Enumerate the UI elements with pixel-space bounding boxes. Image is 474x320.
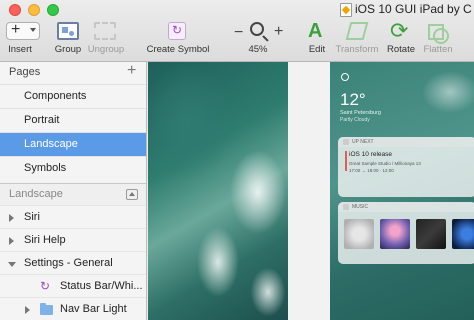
edit-label[interactable]: Edit [309, 44, 325, 55]
chevron-down-icon [30, 28, 36, 32]
widget-header: MUSIC [338, 202, 474, 212]
disclosure-arrow-down-icon[interactable] [8, 262, 16, 267]
canvas[interactable]: 12° Saint Petersburg Partly Cloudy UP NE… [148, 62, 474, 320]
music-icon [343, 204, 349, 210]
page-item-label: Components [24, 90, 87, 102]
symbol-instance-icon: ↻ [40, 279, 51, 293]
transform-icon[interactable] [345, 22, 369, 40]
pages-title: Pages [9, 66, 41, 78]
layers-header: Landscape [0, 183, 146, 205]
layer-item-status-bar[interactable]: ↻ Status Bar/Whi... [0, 274, 146, 298]
music-widget: MUSIC [338, 202, 474, 264]
widget-header-label: UP NEXT [352, 139, 374, 145]
flatten-icon[interactable] [428, 22, 449, 44]
page-item-portrait[interactable]: Portrait [0, 108, 146, 132]
minimize-window-button[interactable] [28, 4, 40, 16]
layer-item-siri[interactable]: Siri [0, 205, 146, 229]
calendar-icon [343, 139, 349, 145]
create-symbol-icon[interactable] [168, 22, 186, 40]
weather-detail: Partly Cloudy [340, 117, 370, 123]
layer-label: Nav Bar Light [60, 303, 127, 315]
flatten-label[interactable]: Flatten [423, 44, 452, 55]
layers-title: Landscape [9, 188, 63, 200]
insert-button[interactable]: + [6, 21, 40, 40]
folder-icon [40, 303, 53, 315]
create-symbol-label[interactable]: Create Symbol [147, 44, 210, 55]
rotate-label[interactable]: Rotate [387, 44, 415, 55]
layers-sidebar: Pages + Components Portrait Landscape Sy… [0, 62, 147, 320]
zoom-out-button[interactable]: − [234, 24, 243, 42]
page-item-label: Symbols [24, 162, 67, 174]
event-time: 17:00 → 18:00 · 12:00 [349, 168, 394, 173]
sketch-document-icon [340, 3, 352, 17]
zoom-in-button[interactable]: + [274, 23, 283, 41]
rotate-icon[interactable]: ⟳ [390, 18, 408, 44]
album-art [344, 219, 374, 249]
album-art [380, 219, 410, 249]
layer-label: Siri Help [24, 234, 66, 246]
group-label[interactable]: Group [55, 44, 81, 55]
widget-header-label: MUSIC [352, 204, 369, 210]
event-title: iOS 10 release [349, 151, 392, 158]
page-item-landscape[interactable]: Landscape [0, 132, 146, 156]
layer-item-settings-general[interactable]: Settings - General [0, 251, 146, 275]
collapse-pages-icon[interactable] [126, 189, 138, 200]
window-title: iOS 10 GUI iPad by C [355, 2, 472, 16]
close-window-button[interactable] [9, 4, 21, 16]
page-item-label: Portrait [24, 114, 60, 126]
insert-label: Insert [8, 44, 32, 55]
add-page-button[interactable]: + [127, 62, 136, 80]
transform-label[interactable]: Transform [336, 44, 379, 55]
weather-sun-icon [338, 70, 350, 82]
album-art [416, 219, 446, 249]
disclosure-arrow-icon[interactable] [9, 237, 14, 245]
temperature: 12° [340, 90, 366, 109]
toolbar: iOS 10 GUI iPad by C + Insert Group Ungr… [0, 0, 474, 62]
disclosure-arrow-icon[interactable] [9, 214, 14, 222]
up-next-widget: UP NEXT iOS 10 release Great Sample Stud… [338, 137, 474, 197]
artboard-wallpaper[interactable] [148, 62, 288, 320]
event-location: Great Sample Studio / Millionaya 13 [349, 161, 421, 166]
zoom-level: 45% [248, 44, 268, 55]
artboard-lock-screen[interactable]: 12° Saint Petersburg Partly Cloudy UP NE… [330, 62, 474, 320]
layer-label: Status Bar/Whi... [60, 280, 143, 292]
disclosure-arrow-icon[interactable] [25, 306, 30, 314]
plus-icon: + [11, 21, 21, 38]
edit-icon[interactable]: A [308, 20, 322, 43]
ungroup-label[interactable]: Ungroup [88, 44, 124, 55]
page-item-symbols[interactable]: Symbols [0, 156, 146, 180]
page-item-label: Landscape [24, 138, 78, 150]
pages-header: Pages + [0, 62, 146, 84]
zoom-window-button[interactable] [47, 4, 59, 16]
zoom-icon[interactable] [250, 22, 264, 36]
city-name: Saint Petersburg [340, 110, 381, 116]
ungroup-icon[interactable] [94, 22, 116, 40]
album-art [452, 219, 474, 249]
event-color-bar [345, 151, 347, 171]
layer-item-nav-bar-light[interactable]: Nav Bar Light [0, 297, 146, 320]
group-icon[interactable] [57, 22, 79, 40]
layer-label: Siri [24, 211, 40, 223]
widget-header: UP NEXT [338, 137, 474, 147]
layer-label: Settings - General [24, 257, 113, 269]
layer-item-siri-help[interactable]: Siri Help [0, 228, 146, 252]
page-item-components[interactable]: Components [0, 84, 146, 108]
